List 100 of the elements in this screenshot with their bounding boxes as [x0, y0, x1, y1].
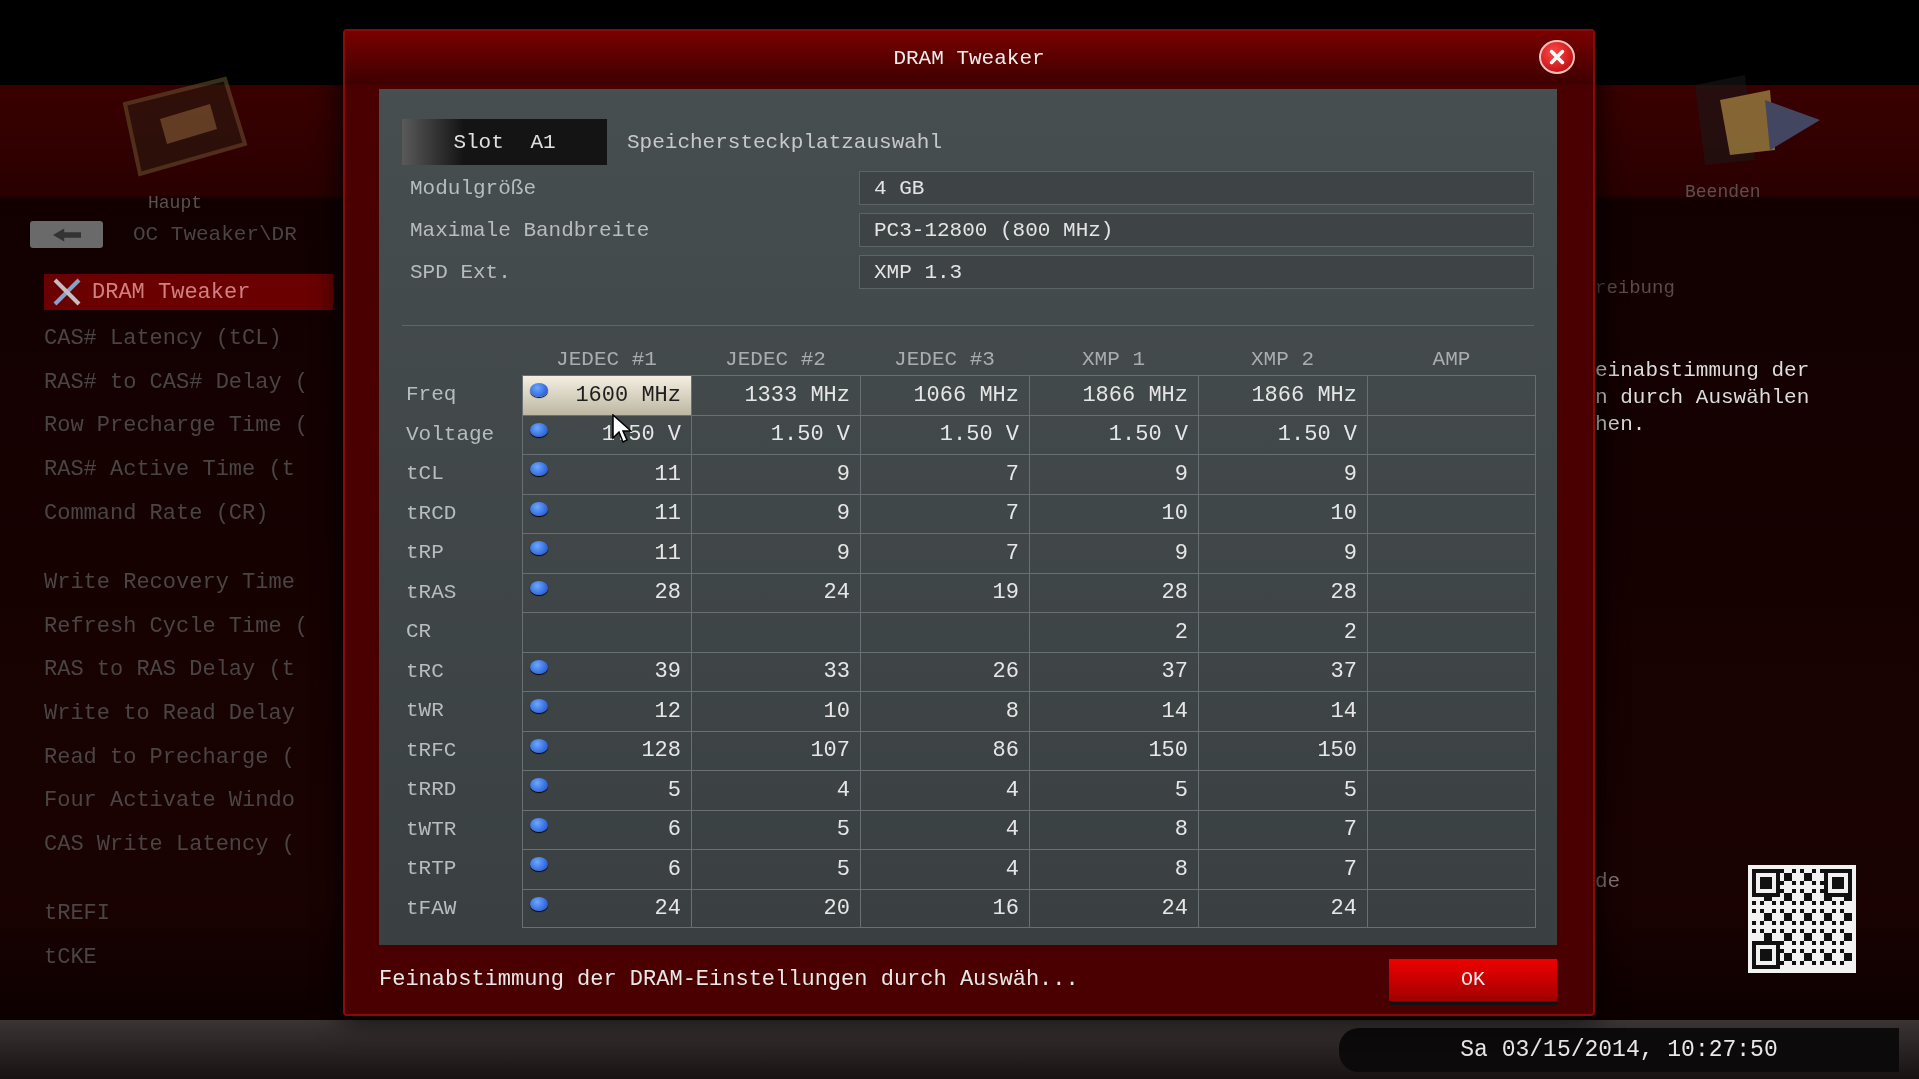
table-cell: 7 — [860, 493, 1029, 533]
row-label: tRTP — [405, 856, 458, 883]
table-cell[interactable]: 5 — [522, 770, 691, 810]
table-cell: 7 — [1198, 809, 1367, 849]
row-label: tWR — [405, 698, 445, 725]
row-label: tCL — [405, 461, 445, 488]
radio-dot[interactable] — [530, 383, 548, 397]
row-label: tRRD — [405, 777, 458, 804]
close-icon — [1548, 48, 1566, 66]
info-label: Modulgröße — [409, 176, 538, 200]
table-cell: 26 — [860, 651, 1029, 691]
radio-dot[interactable] — [530, 501, 548, 516]
close-button[interactable] — [1539, 40, 1575, 74]
table-cell: 9 — [1029, 533, 1198, 573]
table-cell: 4 — [860, 849, 1029, 889]
info-label: Maximale Bandbreite — [409, 218, 651, 242]
column-header: AMP — [1431, 348, 1472, 371]
column-header: JEDEC #2 — [724, 348, 827, 371]
radio-dot[interactable] — [530, 580, 548, 595]
row-label: CR — [405, 619, 433, 646]
table-cell: 9 — [1198, 533, 1367, 573]
table-cell: 24 — [1029, 888, 1198, 928]
table-cell: 28 — [1198, 572, 1367, 612]
table-cell: 14 — [1029, 691, 1198, 731]
table-cell: 5 — [1029, 770, 1198, 810]
info-value: 4 GB — [859, 171, 1534, 205]
table-cell: 9 — [1198, 454, 1367, 494]
side-note: de — [1595, 870, 1621, 893]
table-cell: 7 — [860, 454, 1029, 494]
dialog-title: DRAM Tweaker — [893, 46, 1045, 70]
table-cell: 107 — [691, 730, 860, 770]
description-text: einabstimmung der — [1595, 358, 1811, 384]
slot-tab[interactable]: Slot A1 — [402, 119, 607, 165]
table-cell: 37 — [1029, 651, 1198, 691]
radio-dot[interactable] — [530, 699, 548, 713]
table-cell[interactable]: 12 — [522, 691, 691, 731]
table-cell: 20 — [691, 888, 860, 928]
radio-dot[interactable] — [530, 896, 548, 911]
table-cell: 8 — [1029, 809, 1198, 849]
menu-item[interactable]: DRAM Tweaker — [44, 274, 333, 310]
table-cell: 7 — [860, 533, 1029, 573]
table-cell: 10 — [1198, 493, 1367, 533]
radio-dot[interactable] — [530, 817, 548, 832]
table-cell: 150 — [1029, 730, 1198, 770]
radio-dot[interactable] — [530, 778, 548, 792]
table-cell[interactable]: 6 — [522, 809, 691, 849]
radio-dot[interactable] — [530, 659, 548, 674]
section-heading: reibung — [1595, 277, 1675, 299]
table-cell: 1866 MHz — [1029, 375, 1198, 415]
info-label: SPD Ext. — [409, 260, 512, 284]
table-cell: 9 — [691, 533, 860, 573]
table-cell[interactable]: 24 — [522, 888, 691, 928]
table-cell: 4 — [691, 770, 860, 810]
table-cell: 2 — [1198, 612, 1367, 652]
table-cell: 8 — [1029, 849, 1198, 889]
tab-label[interactable]: Beenden — [1685, 182, 1761, 202]
table-cell: 24 — [1198, 888, 1367, 928]
table-cell: 8 — [860, 691, 1029, 731]
info-value: PC3-12800 (800 MHz) — [859, 213, 1534, 247]
tools-icon — [52, 277, 82, 307]
table-cell: 5 — [1198, 770, 1367, 810]
radio-dot[interactable] — [530, 738, 548, 753]
table-cell: 1866 MHz — [1198, 375, 1367, 415]
table-cell: 19 — [860, 572, 1029, 612]
table-cell: 150 — [1198, 730, 1367, 770]
table-cell: 1333 MHz — [691, 375, 860, 415]
row-label: tRAS — [405, 579, 458, 606]
table-cell: 1.50 V — [691, 414, 860, 454]
table-cell[interactable] — [522, 612, 691, 652]
column-header: XMP 1 — [1081, 348, 1146, 371]
description-text: hen. — [1595, 412, 1647, 438]
table-cell: 4 — [860, 809, 1029, 849]
table-cell[interactable]: 11 — [522, 533, 691, 573]
hint-text: Feinabstimmung der DRAM-Einstellungen durch Auswäh... — [379, 967, 1079, 992]
table-cell: 9 — [691, 493, 860, 533]
table-cell[interactable]: 1600 MHz — [522, 375, 691, 415]
clock-text: Sa 03/15/2014, 10:27:50 — [1460, 1036, 1778, 1063]
table-cell[interactable]: 6 — [522, 849, 691, 889]
row-label: tWTR — [405, 816, 458, 843]
table-cell: 37 — [1198, 651, 1367, 691]
column-header: JEDEC #1 — [555, 348, 658, 371]
table-cell[interactable]: 39 — [522, 651, 691, 691]
table-cell: 7 — [1198, 849, 1367, 889]
table-cell[interactable]: 11 — [522, 493, 691, 533]
radio-dot[interactable] — [530, 541, 548, 555]
table-cell[interactable]: 11 — [522, 454, 691, 494]
column-header: XMP 2 — [1250, 348, 1315, 371]
radio-dot[interactable] — [530, 462, 548, 476]
tab-label[interactable]: Haupt — [148, 193, 202, 213]
table-cell: 9 — [691, 454, 860, 494]
table-cell[interactable]: 28 — [522, 572, 691, 612]
table-cell: 86 — [860, 730, 1029, 770]
table-cell[interactable]: 128 — [522, 730, 691, 770]
table-cell: 5 — [691, 809, 860, 849]
table-cell: 5 — [691, 849, 860, 889]
radio-dot[interactable] — [530, 857, 548, 871]
table-cell: 33 — [691, 651, 860, 691]
slot-label: Speichersteckplatzauswahl — [627, 130, 943, 154]
back-arrow-icon — [52, 227, 81, 242]
radio-dot[interactable] — [530, 422, 548, 437]
